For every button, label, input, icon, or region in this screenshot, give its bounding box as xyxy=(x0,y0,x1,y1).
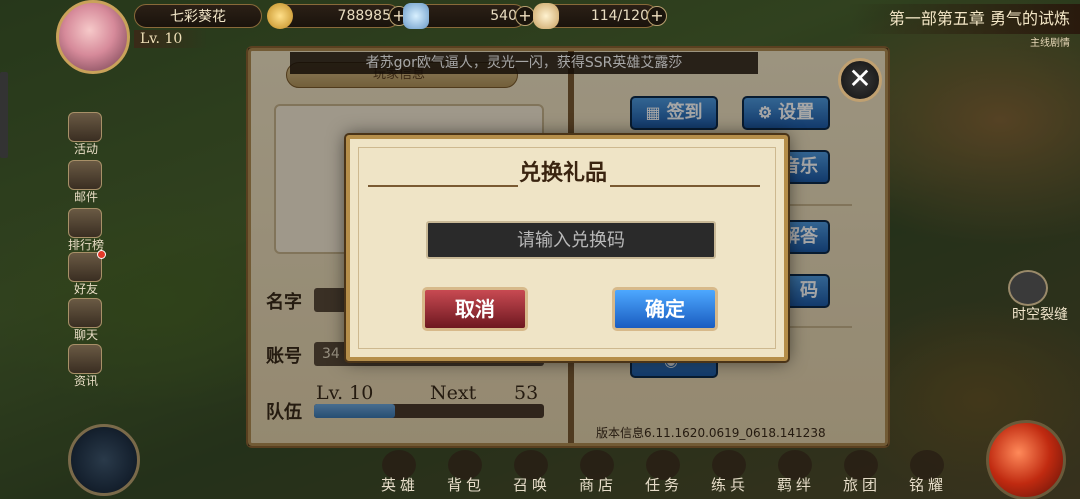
side-menu-ranking[interactable]: 排行榜 xyxy=(66,208,106,254)
side-menu-label: 邮件 xyxy=(73,190,98,204)
side-menu-label: 活动 xyxy=(73,142,98,156)
side-edge-handle xyxy=(0,72,8,158)
nav-label: 英雄 xyxy=(380,476,419,494)
nav-label: 商店 xyxy=(578,476,617,494)
chapter-subtitle: 主线剧情 xyxy=(1030,38,1070,49)
nav-label: 任务 xyxy=(644,476,683,494)
player-name-bar: 七彩葵花 xyxy=(134,4,262,28)
add-gem-button[interactable]: + xyxy=(515,6,535,26)
gem-bar: 540 + xyxy=(403,3,535,29)
bottom-nav: 英雄 背包 召唤 商店 任务 练兵 羁绊 旅团 铭耀 xyxy=(370,448,980,499)
confirm-button[interactable]: 确定 xyxy=(612,287,718,331)
gear-portal-icon xyxy=(1008,270,1048,306)
nav-bonds[interactable]: 羁绊 xyxy=(766,448,826,499)
time-rift-button[interactable]: 时空裂缝 xyxy=(1000,270,1080,326)
chapter-title[interactable]: 第一部第五章 勇气的试炼 xyxy=(848,4,1080,34)
side-menu-label: 好友 xyxy=(73,282,98,296)
redeem-code-input[interactable] xyxy=(426,221,716,259)
close-icon[interactable]: ✕ xyxy=(838,58,882,102)
gem-icon xyxy=(403,3,429,29)
player-level: Lv. 10 xyxy=(134,30,208,48)
gold-amount: 788985 xyxy=(337,8,391,24)
compass-icon[interactable] xyxy=(68,424,140,496)
nav-quests[interactable]: 任务 xyxy=(634,448,694,499)
side-menu-chat[interactable]: 聊天 xyxy=(66,298,106,344)
nav-label: 练兵 xyxy=(710,476,749,494)
trophy-icon xyxy=(68,208,102,238)
nav-honor[interactable]: 铭耀 xyxy=(898,448,958,499)
side-menu-events[interactable]: 活动 xyxy=(66,112,106,158)
mail-icon xyxy=(68,160,102,190)
gold-icon xyxy=(267,3,293,29)
nav-label: 羁绊 xyxy=(776,476,815,494)
book-icon xyxy=(68,344,102,374)
nav-summon[interactable]: 召唤 xyxy=(502,448,562,499)
nav-label: 召唤 xyxy=(512,476,551,494)
nav-label: 旅团 xyxy=(842,476,881,494)
redeem-gift-dialog: 兑换礼品 取消 确定 xyxy=(346,135,788,361)
nav-guild[interactable]: 旅团 xyxy=(832,448,892,499)
side-menu-friends[interactable]: 好友 xyxy=(66,250,106,298)
gold-bar: 788985 + xyxy=(267,3,409,29)
title-flourish-right xyxy=(610,185,760,187)
time-rift-label: 时空裂缝 xyxy=(1012,307,1068,323)
stamina-amount: 114/120 xyxy=(590,8,649,24)
cancel-button[interactable]: 取消 xyxy=(422,287,528,331)
side-menu-label: 聊天 xyxy=(73,328,98,342)
nav-label: 铭耀 xyxy=(908,476,947,494)
events-icon xyxy=(68,112,102,142)
battle-orb-button[interactable] xyxy=(986,420,1066,499)
gem-amount: 540 xyxy=(490,8,517,24)
dialog-title: 兑换礼品 xyxy=(518,160,607,186)
nav-bag[interactable]: 背包 xyxy=(436,448,496,499)
nav-heroes[interactable]: 英雄 xyxy=(370,448,430,499)
side-menu-mail[interactable]: 邮件 xyxy=(66,160,106,206)
player-avatar[interactable] xyxy=(56,0,130,74)
nav-shop[interactable]: 商店 xyxy=(568,448,628,499)
nav-training[interactable]: 练兵 xyxy=(700,448,760,499)
chat-icon xyxy=(68,298,102,328)
side-menu-news[interactable]: 资讯 xyxy=(66,344,106,390)
player-name: 七彩葵花 xyxy=(170,9,226,25)
add-stamina-button[interactable]: + xyxy=(647,6,667,26)
side-menu-label: 资讯 xyxy=(73,374,98,388)
title-flourish-left xyxy=(368,185,518,187)
bread-icon xyxy=(533,3,559,29)
notification-dot xyxy=(97,250,106,259)
nav-label: 背包 xyxy=(446,476,485,494)
stamina-bar: 114/120 + xyxy=(533,3,667,29)
